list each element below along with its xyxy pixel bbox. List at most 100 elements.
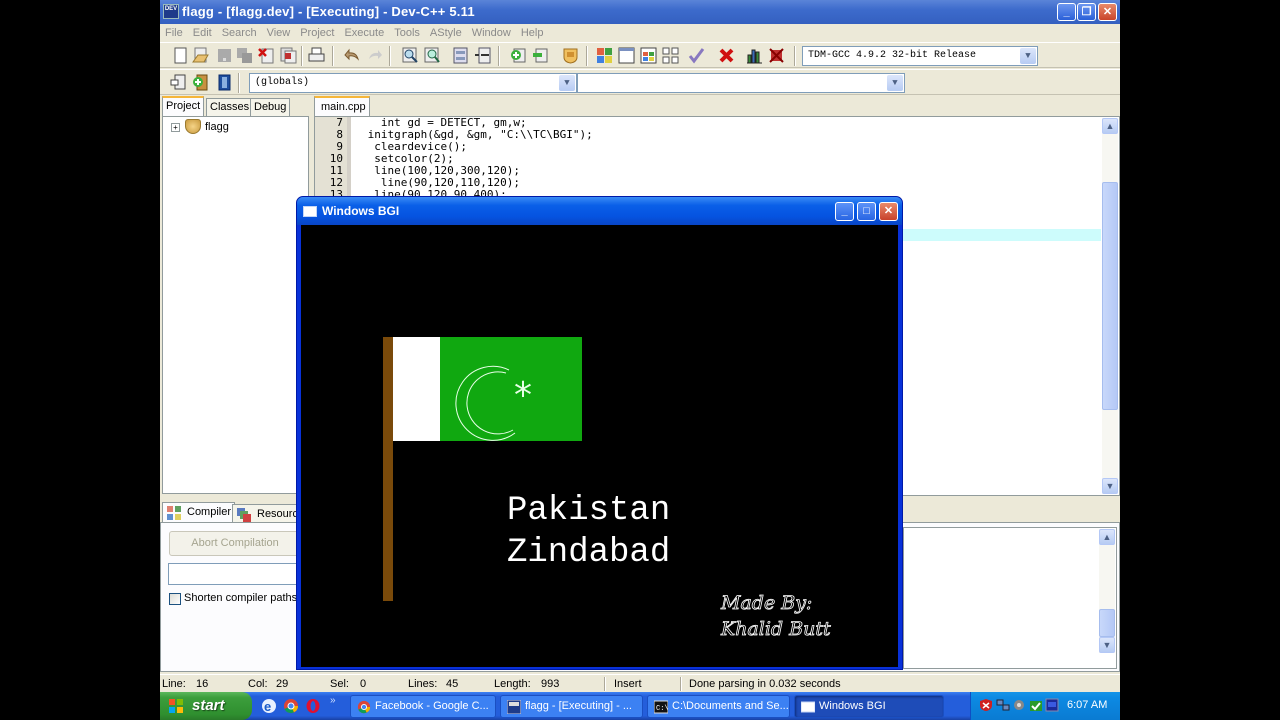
compiler-select[interactable]: TDM-GCC 4.9.2 32-bit Release ▼ <box>802 46 1038 66</box>
menu-execute[interactable]: Execute <box>339 24 389 39</box>
close-all-icon[interactable] <box>280 47 297 64</box>
profile-icon[interactable] <box>746 47 763 64</box>
tree-expand-icon[interactable]: + <box>171 123 180 132</box>
indent-icon[interactable] <box>452 47 469 64</box>
menu-bar: File Edit Search View Project Execute Tools ASt… <box>160 24 1120 42</box>
star-icon: * <box>514 375 532 416</box>
run-icon[interactable] <box>618 47 635 64</box>
menu-help[interactable]: Help <box>516 24 549 39</box>
minimize-button[interactable]: _ <box>1057 3 1076 21</box>
find-icon[interactable] <box>402 47 419 64</box>
scroll-down-icon[interactable]: ▼ <box>1102 478 1118 494</box>
scope-select[interactable]: (globals) ▼ <box>249 73 577 93</box>
menu-tools[interactable]: Tools <box>389 24 425 39</box>
taskbar-button-windows-bgi[interactable]: Windows BGI <box>794 695 944 718</box>
rebuild-icon[interactable] <box>662 47 679 64</box>
function-select[interactable]: ▼ <box>577 73 905 93</box>
save-all-icon[interactable] <box>236 47 253 64</box>
taskbar-button-facebook[interactable]: Facebook - Google C... <box>350 695 496 718</box>
syntax-check-icon[interactable] <box>688 47 705 64</box>
tab-debug[interactable]: Debug <box>250 98 291 116</box>
tab-classes[interactable]: Classes <box>206 98 254 116</box>
redo-icon[interactable] <box>366 47 383 64</box>
project-options-icon[interactable] <box>562 47 579 64</box>
close-button[interactable]: ✕ <box>1098 3 1117 21</box>
clock[interactable]: 6:07 AM <box>1067 699 1107 711</box>
ie-icon[interactable]: e <box>261 698 277 714</box>
taskbar-button-devcpp[interactable]: flagg - [Executing] - ... <box>500 695 643 718</box>
menu-astyle[interactable]: AStyle <box>425 24 467 39</box>
shorten-paths-checkbox[interactable] <box>169 593 181 605</box>
project-tree: + flagg <box>162 116 309 494</box>
taskbar-button-label: C:\Documents and Se... <box>672 700 789 712</box>
resources-icon <box>237 508 251 522</box>
compiler-command-input[interactable] <box>168 563 300 585</box>
tab-compiler[interactable]: Compiler <box>162 502 236 523</box>
window-icon <box>801 701 815 713</box>
restore-button[interactable]: ❐ <box>1077 3 1096 21</box>
save-icon[interactable] <box>216 47 233 64</box>
opera-icon[interactable] <box>305 698 321 714</box>
open-icon[interactable] <box>192 47 209 64</box>
bgi-maximize-button[interactable]: □ <box>857 202 876 221</box>
status-separator <box>604 677 606 691</box>
chrome-icon[interactable] <box>283 698 299 714</box>
quick-launch-overflow[interactable]: » <box>330 695 336 706</box>
taskbar-button-console[interactable]: C:\ C:\Documents and Se... <box>647 695 790 718</box>
tab-resources[interactable]: Resources <box>232 504 310 523</box>
safely-remove-icon[interactable] <box>1029 698 1043 712</box>
chevron-down-icon[interactable]: ▼ <box>1020 48 1036 64</box>
menu-edit[interactable]: Edit <box>188 24 217 39</box>
scroll-thumb[interactable] <box>1102 182 1118 410</box>
bookmark-icon[interactable] <box>216 74 233 91</box>
menu-window[interactable]: Window <box>467 24 516 39</box>
undo-icon[interactable] <box>344 47 361 64</box>
log-vertical-scrollbar[interactable]: ▲ ▼ <box>1099 529 1115 653</box>
menu-file[interactable]: File <box>160 24 188 39</box>
menu-view[interactable]: View <box>262 24 296 39</box>
compiler-log: ▲ ▼ <box>903 527 1117 669</box>
replace-icon[interactable] <box>424 47 441 64</box>
toolbar-separator <box>586 46 588 66</box>
abort-compilation-button[interactable]: Abort Compilation <box>169 531 301 556</box>
menu-project[interactable]: Project <box>295 24 339 39</box>
compile-run-icon[interactable] <box>640 47 657 64</box>
editor-tab-main-cpp[interactable]: main.cpp <box>314 96 370 116</box>
chevron-down-icon[interactable]: ▼ <box>887 75 903 91</box>
security-shield-icon[interactable] <box>979 698 993 712</box>
app-tray-icon[interactable] <box>1045 698 1059 712</box>
unindent-icon[interactable] <box>474 47 491 64</box>
tree-item-flagg[interactable]: flagg <box>205 121 229 133</box>
goto-declaration-icon[interactable] <box>170 74 187 91</box>
insert-code-icon[interactable] <box>192 74 209 91</box>
print-icon[interactable] <box>308 47 325 64</box>
scroll-up-icon[interactable]: ▲ <box>1099 529 1115 545</box>
credit-line1: Made By: <box>720 592 812 614</box>
compile-icon[interactable] <box>596 47 613 64</box>
status-message: Done parsing in 0.032 seconds <box>689 678 841 690</box>
flag-white-band <box>393 337 440 441</box>
scroll-down-icon[interactable]: ▼ <box>1099 637 1115 653</box>
scroll-thumb[interactable] <box>1099 609 1115 637</box>
bgi-close-button[interactable]: ✕ <box>879 202 898 221</box>
close-file-icon[interactable] <box>258 47 275 64</box>
add-to-project-icon[interactable] <box>510 47 527 64</box>
title-bar: DEV flagg - [flagg.dev] - [Executing] - … <box>160 0 1120 24</box>
network-icon[interactable] <box>996 698 1010 712</box>
remove-from-project-icon[interactable] <box>532 47 549 64</box>
volume-icon[interactable] <box>1013 698 1027 712</box>
bgi-minimize-button[interactable]: _ <box>835 202 854 221</box>
start-button[interactable]: start <box>160 692 252 720</box>
window-icon <box>303 206 317 217</box>
slogan-line2: Zindabad <box>507 534 670 572</box>
delete-profile-icon[interactable] <box>768 47 785 64</box>
scroll-up-icon[interactable]: ▲ <box>1102 118 1118 134</box>
tab-project[interactable]: Project <box>162 96 205 116</box>
chevron-down-icon[interactable]: ▼ <box>559 75 575 91</box>
new-file-icon[interactable] <box>172 47 189 64</box>
stop-execution-icon[interactable] <box>718 47 735 64</box>
toolbar-separator <box>238 73 240 93</box>
bgi-title-bar[interactable]: Windows BGI _ □ ✕ <box>297 197 902 225</box>
editor-vertical-scrollbar[interactable]: ▲ ▼ <box>1102 118 1118 494</box>
menu-search[interactable]: Search <box>217 24 262 39</box>
